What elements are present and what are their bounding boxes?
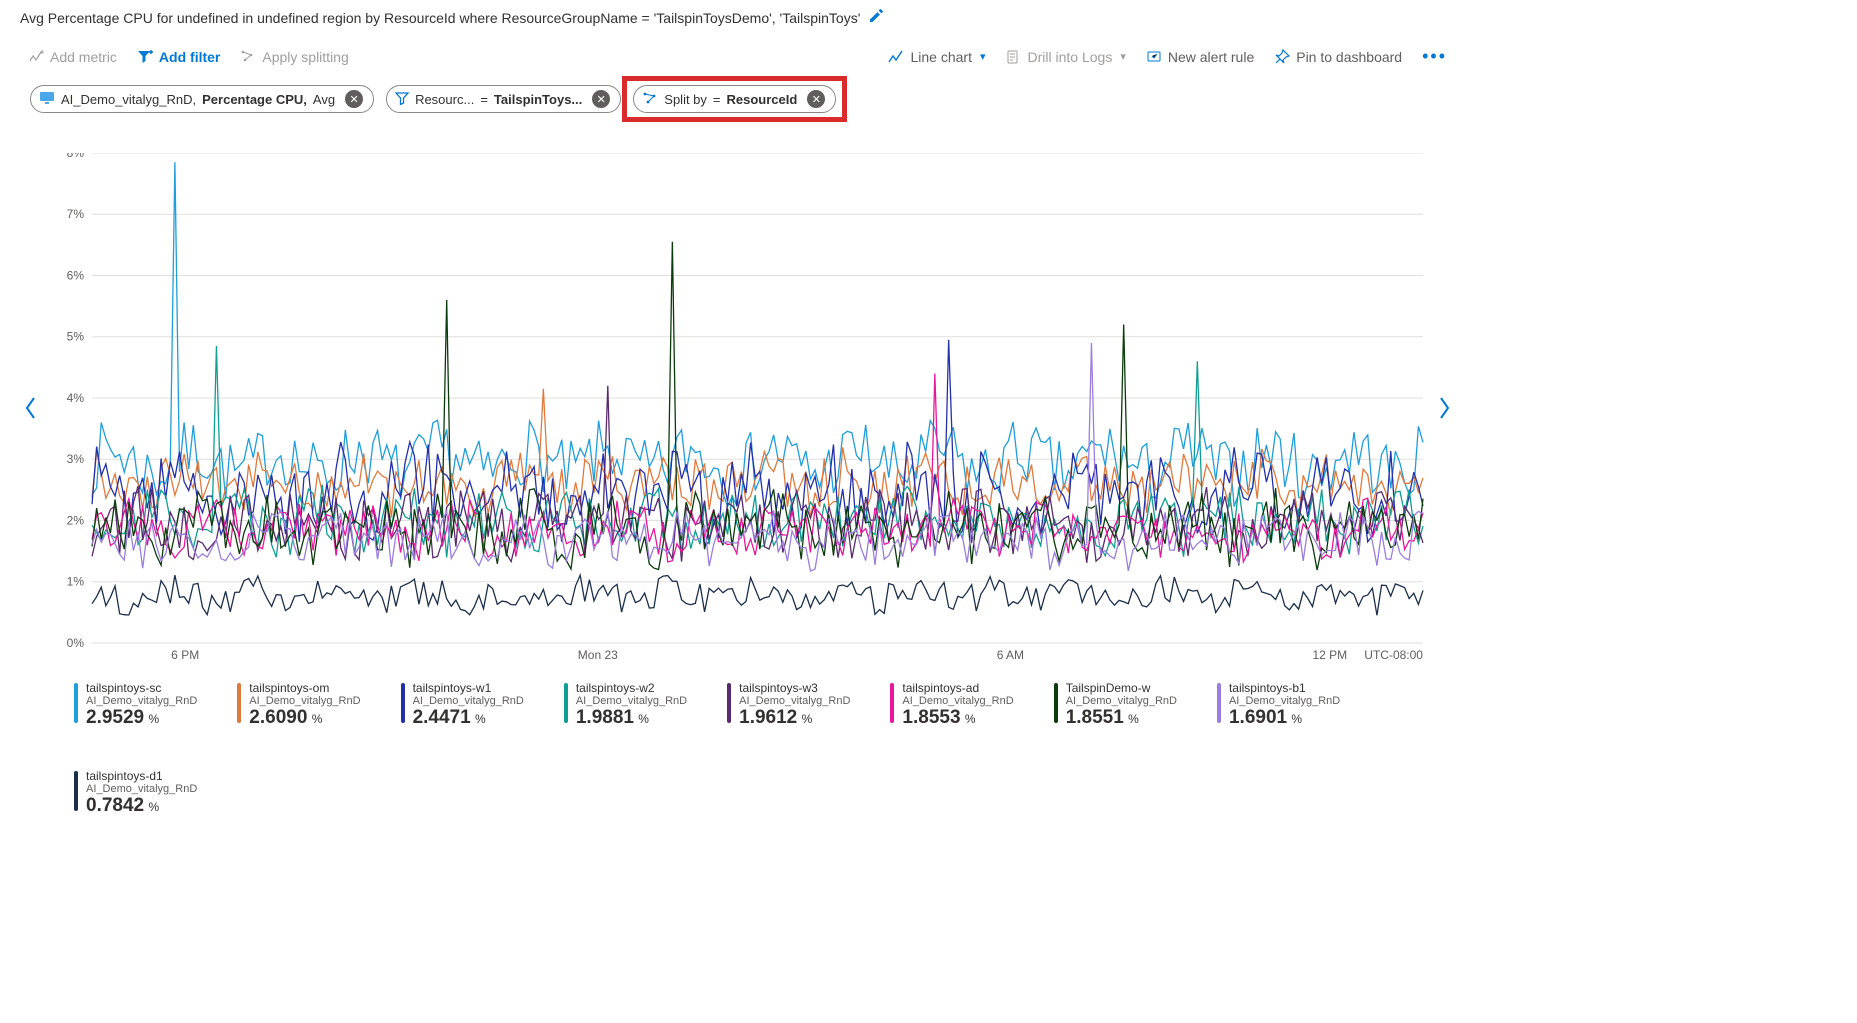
chevron-down-icon: ▾ <box>1120 50 1126 63</box>
legend-swatch <box>1054 683 1058 723</box>
legend-swatch <box>74 683 78 723</box>
legend-swatch <box>401 683 405 723</box>
split-by-pill[interactable]: Split by = ResourceId ✕ <box>633 85 836 113</box>
svg-text:1%: 1% <box>67 575 85 589</box>
legend-series-sub: AI_Demo_vitalyg_RnD <box>902 695 1013 707</box>
legend-swatch <box>727 683 731 723</box>
legend-swatch <box>1217 683 1221 723</box>
legend-swatch <box>564 683 568 723</box>
legend-series-sub: AI_Demo_vitalyg_RnD <box>576 695 687 707</box>
remove-pill-icon[interactable]: ✕ <box>807 90 825 108</box>
svg-text:2%: 2% <box>67 514 85 528</box>
legend-series-value: 2.9529 % <box>86 707 197 729</box>
legend-series-sub: AI_Demo_vitalyg_RnD <box>1229 695 1340 707</box>
legend-series-sub: AI_Demo_vitalyg_RnD <box>413 695 524 707</box>
apply-splitting-button[interactable]: Apply splitting <box>232 45 356 69</box>
legend-series-sub: AI_Demo_vitalyg_RnD <box>249 695 360 707</box>
add-metric-icon <box>28 49 44 65</box>
split-icon <box>642 91 658 108</box>
filter-icon <box>395 91 409 108</box>
svg-text:7%: 7% <box>67 207 85 221</box>
chart-title: Avg Percentage CPU for undefined in unde… <box>20 10 860 26</box>
metrics-chart-pane: Avg Percentage CPU for undefined in unde… <box>0 0 1475 823</box>
prev-chart-arrow[interactable] <box>20 153 42 663</box>
legend-series-name: tailspintoys-b1 <box>1229 681 1340 695</box>
legend-series-value: 1.8553 % <box>902 707 1013 729</box>
svg-text:5%: 5% <box>67 330 85 344</box>
legend-item[interactable]: tailspintoys-d1AI_Demo_vitalyg_RnD0.7842… <box>74 769 197 817</box>
svg-text:6%: 6% <box>67 269 85 283</box>
split-icon <box>240 49 256 65</box>
logs-icon <box>1006 49 1022 65</box>
legend-item[interactable]: tailspintoys-omAI_Demo_vitalyg_RnD2.6090… <box>237 681 360 729</box>
legend-series-value: 1.8551 % <box>1066 707 1177 729</box>
chevron-down-icon: ▾ <box>980 50 986 63</box>
svg-text:3%: 3% <box>67 452 85 466</box>
svg-text:UTC-08:00: UTC-08:00 <box>1364 648 1423 662</box>
svg-text:12 PM: 12 PM <box>1312 648 1347 662</box>
chart-type-select[interactable]: Line chart ▾ <box>880 45 993 69</box>
line-chart-icon <box>888 49 904 65</box>
legend-series-name: tailspintoys-d1 <box>86 769 197 783</box>
drill-into-logs-button[interactable]: Drill into Logs ▾ <box>998 45 1134 69</box>
svg-text:6 AM: 6 AM <box>997 648 1024 662</box>
legend-series-name: TailspinDemo-w <box>1066 681 1177 695</box>
svg-text:4%: 4% <box>67 391 85 405</box>
add-filter-button[interactable]: Add filter <box>129 45 228 69</box>
remove-pill-icon[interactable]: ✕ <box>345 90 363 108</box>
legend-swatch <box>237 683 241 723</box>
legend-series-value: 1.6901 % <box>1229 707 1340 729</box>
chart-area: 0% 1% 2% 3% 4% 5% 6% 7% 8% 6 PM Mon 23 6 AM 12 PM UTC… <box>20 153 1455 663</box>
alert-icon <box>1146 49 1162 65</box>
chart-toolbar: Add metric Add filter Apply splitting Li… <box>20 35 1455 85</box>
legend-series-name: tailspintoys-ad <box>902 681 1013 695</box>
resource-icon <box>39 91 55 108</box>
legend-series-sub: AI_Demo_vitalyg_RnD <box>86 783 197 795</box>
legend-series-value: 0.7842 % <box>86 795 197 817</box>
legend-series-sub: AI_Demo_vitalyg_RnD <box>1066 695 1177 707</box>
legend-swatch <box>74 771 78 811</box>
legend-series-name: tailspintoys-sc <box>86 681 197 695</box>
remove-pill-icon[interactable]: ✕ <box>592 90 610 108</box>
svg-text:8%: 8% <box>67 153 85 160</box>
line-chart[interactable]: 0% 1% 2% 3% 4% 5% 6% 7% 8% 6 PM Mon 23 6 AM 12 PM UTC… <box>42 153 1433 663</box>
more-menu-button[interactable]: ••• <box>1414 42 1455 71</box>
legend-item[interactable]: tailspintoys-adAI_Demo_vitalyg_RnD1.8553… <box>890 681 1013 729</box>
legend-series-sub: AI_Demo_vitalyg_RnD <box>739 695 850 707</box>
legend-swatch <box>890 683 894 723</box>
legend-series-value: 1.9612 % <box>739 707 850 729</box>
legend-series-value: 2.6090 % <box>249 707 360 729</box>
svg-text:6 PM: 6 PM <box>171 648 199 662</box>
legend-item[interactable]: tailspintoys-scAI_Demo_vitalyg_RnD2.9529… <box>74 681 197 729</box>
ellipsis-icon: ••• <box>1422 46 1447 67</box>
legend-item[interactable]: tailspintoys-w2AI_Demo_vitalyg_RnD1.9881… <box>564 681 687 729</box>
legend-series-name: tailspintoys-om <box>249 681 360 695</box>
legend-series-sub: AI_Demo_vitalyg_RnD <box>86 695 197 707</box>
add-metric-button[interactable]: Add metric <box>20 45 125 69</box>
next-chart-arrow[interactable] <box>1433 153 1455 663</box>
filter-pill[interactable]: Resourc... = TailspinToys... ✕ <box>386 85 621 113</box>
new-alert-rule-button[interactable]: New alert rule <box>1138 45 1262 69</box>
svg-text:0%: 0% <box>67 636 85 650</box>
legend-item[interactable]: TailspinDemo-wAI_Demo_vitalyg_RnD1.8551 … <box>1054 681 1177 729</box>
legend-series-name: tailspintoys-w2 <box>576 681 687 695</box>
pin-to-dashboard-button[interactable]: Pin to dashboard <box>1266 45 1410 69</box>
legend-series-name: tailspintoys-w1 <box>413 681 524 695</box>
chart-legend: tailspintoys-scAI_Demo_vitalyg_RnD2.9529… <box>20 663 1455 817</box>
edit-title-icon[interactable] <box>868 8 884 27</box>
legend-item[interactable]: tailspintoys-w3AI_Demo_vitalyg_RnD1.9612… <box>727 681 850 729</box>
legend-item[interactable]: tailspintoys-b1AI_Demo_vitalyg_RnD1.6901… <box>1217 681 1340 729</box>
legend-item[interactable]: tailspintoys-w1AI_Demo_vitalyg_RnD2.4471… <box>401 681 524 729</box>
pin-icon <box>1274 49 1290 65</box>
query-pills-row: AI_Demo_vitalyg_RnD, Percentage CPU, Avg… <box>20 85 1455 117</box>
metric-pill[interactable]: AI_Demo_vitalyg_RnD, Percentage CPU, Avg… <box>30 85 374 113</box>
legend-series-name: tailspintoys-w3 <box>739 681 850 695</box>
filter-icon <box>137 49 153 65</box>
legend-series-value: 1.9881 % <box>576 707 687 729</box>
legend-series-value: 2.4471 % <box>413 707 524 729</box>
chart-title-row: Avg Percentage CPU for undefined in unde… <box>20 6 1455 35</box>
svg-text:Mon 23: Mon 23 <box>578 648 618 662</box>
